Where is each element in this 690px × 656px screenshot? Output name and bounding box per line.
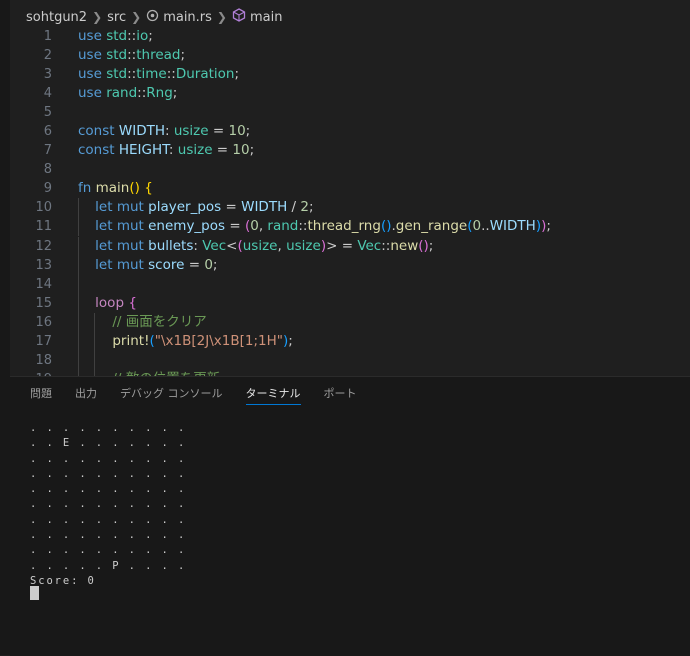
- code-line: 5: [10, 103, 690, 122]
- terminal-line: . . . . . . . . . .: [30, 529, 187, 542]
- code-line: 4 use rand::Rng;: [10, 84, 690, 103]
- code-line: 17 print!("\x1B[2J\x1B[1;1H");: [10, 331, 690, 351]
- breadcrumb-symbol[interactable]: main: [250, 10, 282, 25]
- function-symbol-icon: [232, 8, 246, 26]
- line-number: 15: [35, 295, 52, 311]
- code-line: 14: [10, 274, 690, 294]
- terminal-line: . . . . . . . . . .: [30, 467, 187, 480]
- code-line: 1 use std::io;: [10, 27, 690, 46]
- breadcrumb-src[interactable]: src: [107, 10, 126, 25]
- line-number: 5: [43, 105, 52, 121]
- line-number: 9: [43, 181, 52, 197]
- tab-terminal[interactable]: ターミナル: [245, 385, 301, 405]
- code-text: print!("\x1B[2J\x1B[1;1H");: [112, 332, 293, 349]
- chevron-right-icon: ❯: [216, 10, 227, 24]
- code-line: 9 fn main() {: [10, 179, 690, 198]
- terminal-line: . . . . . . . . . .: [30, 544, 187, 557]
- code-text: let mut score = 0;: [95, 256, 218, 273]
- code-text: const HEIGHT: usize = 10;: [78, 142, 255, 159]
- code-text: // 画面をクリア: [112, 313, 207, 330]
- chevron-right-icon: ❯: [131, 10, 142, 24]
- line-number: 18: [35, 352, 52, 368]
- code-line: 10 let mut player_pos = WIDTH / 2;: [10, 198, 690, 218]
- line-number: 12: [35, 238, 52, 254]
- line-number: 6: [43, 124, 52, 140]
- terminal-line: . . . . . P . . . .: [30, 559, 187, 572]
- code-line: 7 const HEIGHT: usize = 10;: [10, 141, 690, 160]
- code-line: 8: [10, 160, 690, 179]
- terminal-line: . . . . . . . . . .: [30, 498, 187, 511]
- code-text: let mut player_pos = WIDTH / 2;: [95, 199, 314, 216]
- code-editor[interactable]: sohtgun2 ❯ src ❯ main.rs ❯ main 1 use std…: [10, 0, 690, 376]
- terminal-line: . . . . . . . . . .: [30, 483, 187, 496]
- code-line: 16 // 画面をクリア: [10, 312, 690, 332]
- terminal-output[interactable]: . . . . . . . . . . . . E . . . . . . . . …: [30, 421, 186, 589]
- breadcrumb: sohtgun2 ❯ src ❯ main.rs ❯ main: [26, 7, 282, 27]
- code-text: const WIDTH: usize = 10;: [78, 123, 251, 140]
- line-number: 3: [43, 67, 52, 83]
- terminal-score-line: Score: 0: [30, 574, 96, 587]
- code-text: use std::time::Duration;: [78, 66, 240, 83]
- code-lines: 1 use std::io; 2 use std::thread; 3 use std…: [10, 27, 690, 376]
- code-line: 3 use std::time::Duration;: [10, 65, 690, 84]
- terminal-line: . . E . . . . . . .: [30, 437, 187, 450]
- terminal-line: . . . . . . . . . .: [30, 513, 187, 526]
- code-line: 12 let mut bullets: Vec<(usize, usize)> …: [10, 236, 690, 256]
- tab-output[interactable]: 出力: [75, 385, 97, 405]
- tab-debug-console[interactable]: デバッグ コンソール: [120, 385, 223, 405]
- chevron-right-icon: ❯: [92, 10, 103, 24]
- code-text: use rand::Rng;: [78, 85, 178, 102]
- tab-ports[interactable]: ポート: [324, 385, 357, 405]
- code-line: 18: [10, 350, 690, 370]
- terminal-line: . . . . . . . . . .: [30, 452, 187, 465]
- line-number: 10: [35, 200, 52, 216]
- line-number: 11: [35, 219, 52, 235]
- code-text: use std::thread;: [78, 47, 186, 64]
- code-text: fn main() {: [78, 180, 153, 197]
- line-number: 7: [43, 143, 52, 159]
- terminal-line: . . . . . . . . . .: [30, 422, 187, 434]
- breadcrumb-folder[interactable]: sohtgun2: [26, 10, 87, 25]
- terminal-cursor: [30, 586, 39, 600]
- code-text: let mut enemy_pos = (0, rand::thread_rng…: [95, 218, 551, 235]
- line-number: 1: [43, 29, 52, 44]
- code-line: 11 let mut enemy_pos = (0, rand::thread_…: [10, 217, 690, 237]
- tab-problems[interactable]: 問題: [30, 385, 52, 405]
- line-number: 8: [43, 162, 52, 178]
- rust-file-icon: [146, 9, 159, 26]
- line-number: 2: [43, 48, 52, 64]
- code-text: use std::io;: [78, 28, 153, 44]
- line-number: 16: [35, 314, 52, 330]
- line-number: 14: [35, 276, 52, 292]
- line-number: 17: [35, 333, 52, 349]
- breadcrumb-file[interactable]: main.rs: [163, 10, 212, 25]
- code-line: 2 use std::thread;: [10, 46, 690, 65]
- code-text: loop {: [95, 294, 137, 311]
- code-line: 6 const WIDTH: usize = 10;: [10, 122, 690, 141]
- line-number: 4: [43, 86, 52, 102]
- code-text: let mut bullets: Vec<(usize, usize)> = V…: [95, 237, 434, 254]
- code-line: 13 let mut score = 0;: [10, 255, 690, 275]
- line-number: 13: [35, 257, 52, 273]
- code-line: 15 loop {: [10, 293, 690, 313]
- bottom-panel: 問題 出力 デバッグ コンソール ターミナル ポート . . . . . . .…: [10, 376, 690, 656]
- panel-tabs: 問題 出力 デバッグ コンソール ターミナル ポート: [30, 385, 380, 405]
